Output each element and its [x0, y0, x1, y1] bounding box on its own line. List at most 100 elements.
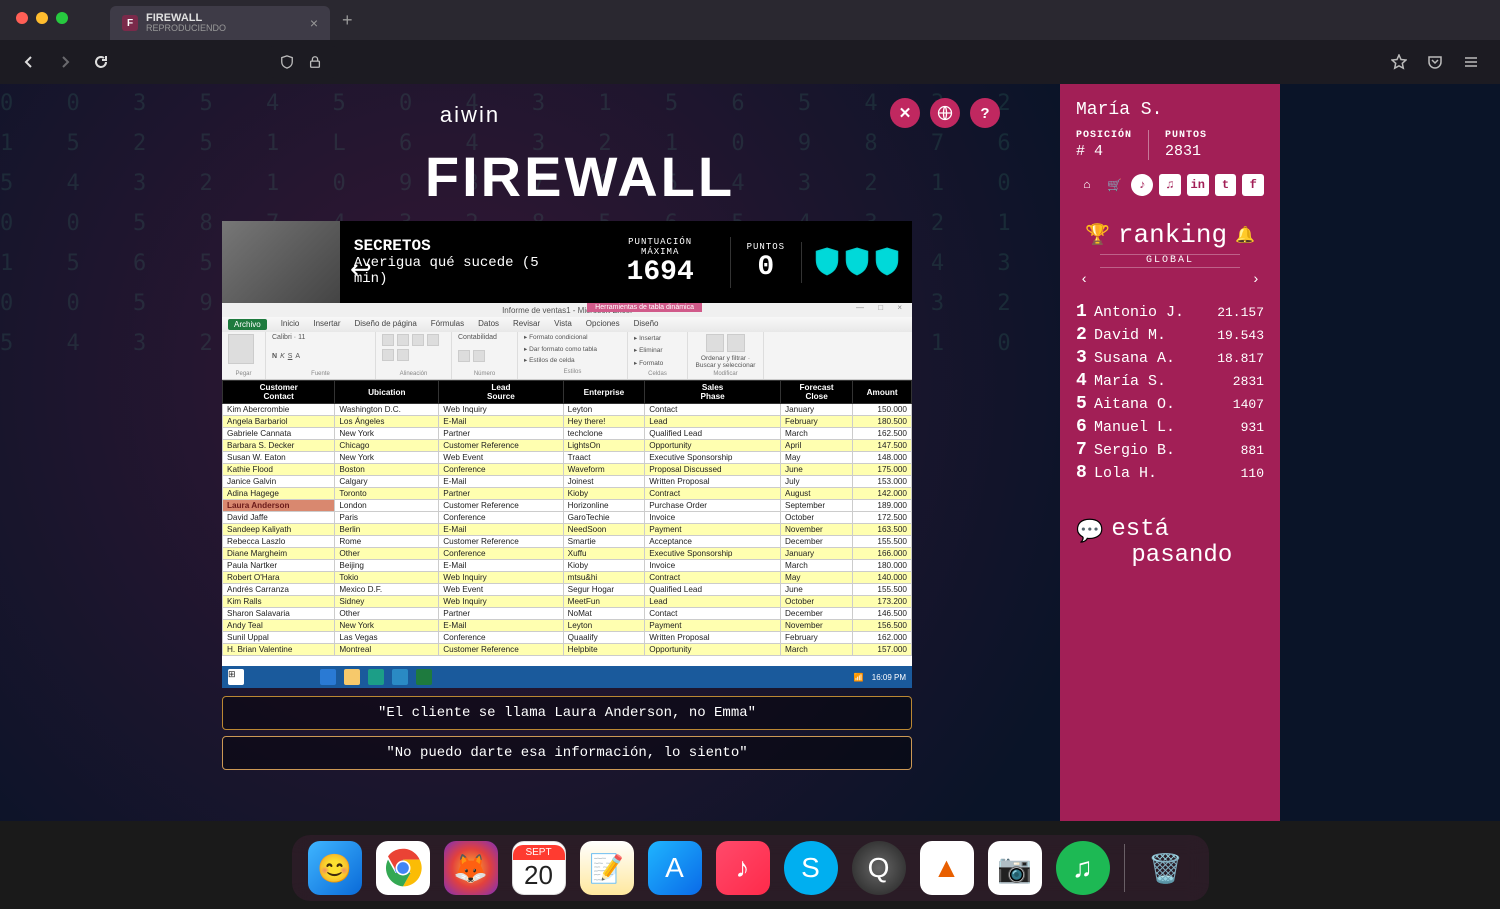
ss-menu-item[interactable]: Opciones [586, 319, 620, 330]
dock-appstore-icon[interactable]: A [648, 841, 702, 895]
cart-icon[interactable]: 🛒 [1104, 174, 1126, 196]
table-row[interactable]: Paula NartkerBeijingE-MailKiobyInvoiceMa… [223, 560, 912, 572]
pocket-icon[interactable] [1426, 53, 1444, 71]
window-maximize-button[interactable] [56, 12, 68, 24]
ss-menu-item[interactable]: Vista [554, 319, 572, 330]
table-row[interactable]: Gabriele CannataNew YorkPartnertechclone… [223, 428, 912, 440]
table-row[interactable]: David JaffeParisConferenceGaroTechieInvo… [223, 512, 912, 524]
dock-spotify-icon[interactable]: ♫ [1056, 841, 1110, 895]
edge-icon[interactable] [320, 669, 336, 685]
table-header[interactable]: Ubication [335, 381, 439, 404]
hamburger-menu-icon[interactable] [1462, 53, 1480, 71]
spotify-icon[interactable]: ♪ [1131, 174, 1153, 196]
table-row[interactable]: Susan W. EatonNew YorkWeb EventTraactExe… [223, 452, 912, 464]
back-arrow-icon[interactable]: ↩ [350, 254, 372, 285]
bookmark-star-icon[interactable] [1390, 53, 1408, 71]
spreadsheet-menu-bar[interactable]: Archivo Inicio Insertar Diseño de página Fór… [222, 317, 912, 332]
happening-text[interactable]: está pasando [1111, 517, 1232, 570]
close-game-button[interactable]: ✕ [890, 98, 920, 128]
ss-menu-item[interactable]: Revisar [513, 319, 540, 330]
table-row[interactable]: Sandeep KaliyathBerlinE-MailNeedSoonPaym… [223, 524, 912, 536]
address-bar[interactable] [268, 46, 338, 78]
spreadsheet-table[interactable]: CustomerContactUbicationLeadSourceEnterp… [222, 380, 912, 656]
ss-menu-item[interactable]: Fórmulas [431, 319, 464, 330]
table-row[interactable]: Adina HagegeTorontoPartnerKiobyContractA… [223, 488, 912, 500]
ss-menu-item[interactable]: Insertar [313, 319, 340, 330]
table-row[interactable]: Kim RallsSidneyWeb InquiryMeetFunLeadOct… [223, 596, 912, 608]
mail-icon[interactable] [392, 669, 408, 685]
table-header[interactable]: Enterprise [563, 381, 645, 404]
points-value: 0 [747, 252, 785, 283]
excel-icon[interactable] [416, 669, 432, 685]
table-row[interactable]: Laura AndersonLondonCustomer ReferenceHo… [223, 500, 912, 512]
window-minimize-button[interactable] [36, 12, 48, 24]
ranking-row: 6Manuel L.931 [1076, 417, 1264, 437]
windows-taskbar[interactable]: ⊞ 📶 16:09 PM [222, 666, 912, 688]
table-row[interactable]: Andrés CarranzaMexico D.F.Web EventSegur… [223, 584, 912, 596]
forward-button[interactable] [56, 53, 74, 71]
table-header[interactable]: CustomerContact [223, 381, 335, 404]
language-button[interactable] [930, 98, 960, 128]
facebook-icon[interactable]: f [1242, 174, 1264, 196]
table-header[interactable]: SalesPhase [645, 381, 781, 404]
table-row[interactable]: H. Brian ValentineMontrealCustomer Refer… [223, 644, 912, 656]
dock-quicktime-icon[interactable]: Q [852, 841, 906, 895]
ranking-sidebar: María S. POSICIÓN # 4 PUNTOS 2831 ⌂ 🛒 ♪ … [1060, 84, 1280, 821]
ss-menu-item[interactable]: Diseño [634, 319, 659, 330]
linkedin-icon[interactable]: in [1187, 174, 1209, 196]
dock-trash-icon[interactable]: 🗑️ [1139, 841, 1193, 895]
dock-finder-icon[interactable]: 😊 [308, 841, 362, 895]
apple-music-icon[interactable]: ♫ [1159, 174, 1181, 196]
tab-close-icon[interactable]: × [310, 15, 318, 31]
table-row[interactable]: Kathie FloodBostonConferenceWaveformProp… [223, 464, 912, 476]
dock-calendar-icon[interactable]: SEPT 20 [512, 841, 566, 895]
ss-menu-item[interactable]: Archivo [228, 319, 267, 330]
dock-skype-icon[interactable]: S [784, 841, 838, 895]
back-button[interactable] [20, 53, 38, 71]
spreadsheet-ribbon[interactable]: Pegar Calibri · 11 N K S A Fuente Alinea… [222, 332, 912, 380]
scope-prev-icon[interactable]: ‹ [1080, 272, 1088, 288]
help-button[interactable]: ? [970, 98, 1000, 128]
table-row[interactable]: Andy TealNew YorkE-MailLeytonPaymentNove… [223, 620, 912, 632]
table-row[interactable]: Diane MargheimOtherConferenceXuffuExecut… [223, 548, 912, 560]
spreadsheet-window[interactable]: Informe de ventas1 - Microsoft Excel Her… [222, 303, 912, 688]
window-close-button[interactable] [16, 12, 28, 24]
table-row[interactable]: Angela BarbariolLos ÁngelesE-MailHey the… [223, 416, 912, 428]
tab-favicon: F [122, 15, 138, 31]
lock-icon [306, 53, 324, 71]
dock-notes-icon[interactable]: 📝 [580, 841, 634, 895]
dialogue-line-1[interactable]: "El cliente se llama Laura Anderson, no … [222, 696, 912, 730]
dock-chrome-icon[interactable] [376, 841, 430, 895]
table-header[interactable]: ForecastClose [781, 381, 853, 404]
explorer-icon[interactable] [344, 669, 360, 685]
ss-menu-item[interactable]: Diseño de página [355, 319, 417, 330]
dock-music-icon[interactable]: ♪ [716, 841, 770, 895]
table-row[interactable]: Robert O'HaraTokioWeb Inquirymtsu&hiCont… [223, 572, 912, 584]
ranking-title: ranking [1118, 220, 1227, 250]
new-tab-button[interactable]: + [342, 10, 353, 31]
scope-next-icon[interactable]: › [1252, 272, 1260, 288]
window-buttons[interactable]: — □ × [856, 303, 908, 312]
twitter-icon[interactable]: t [1215, 174, 1237, 196]
reload-button[interactable] [92, 53, 110, 71]
ss-menu-item[interactable]: Inicio [281, 319, 300, 330]
table-row[interactable]: Barbara S. DeckerChicagoCustomer Referen… [223, 440, 912, 452]
store-icon[interactable] [368, 669, 384, 685]
browser-tab[interactable]: F FIREWALL REPRODUCIENDO × [110, 6, 330, 40]
table-header[interactable]: LeadSource [439, 381, 563, 404]
start-button[interactable]: ⊞ [228, 669, 244, 685]
dock-photobooth-icon[interactable]: 📷 [988, 841, 1042, 895]
dock-vlc-icon[interactable]: ▲ [920, 841, 974, 895]
table-row[interactable]: Sunil UppalLas VegasConferenceQuaalifyWr… [223, 632, 912, 644]
dialogue-line-2[interactable]: "No puedo darte esa información, lo sien… [222, 736, 912, 770]
dock-firefox-icon[interactable]: 🦊 [444, 841, 498, 895]
home-icon[interactable]: ⌂ [1076, 174, 1098, 196]
bell-icon[interactable]: 🔔 [1235, 225, 1255, 245]
dock-separator [1124, 844, 1125, 892]
table-row[interactable]: Sharon SalavariaOtherPartnerNoMatContact… [223, 608, 912, 620]
table-row[interactable]: Janice GalvinCalgaryE-MailJoinestWritten… [223, 476, 912, 488]
table-header[interactable]: Amount [853, 381, 912, 404]
table-row[interactable]: Rebecca LaszloRomeCustomer ReferenceSmar… [223, 536, 912, 548]
table-row[interactable]: Kim AbercrombieWashington D.C.Web Inquir… [223, 404, 912, 416]
ss-menu-item[interactable]: Datos [478, 319, 499, 330]
